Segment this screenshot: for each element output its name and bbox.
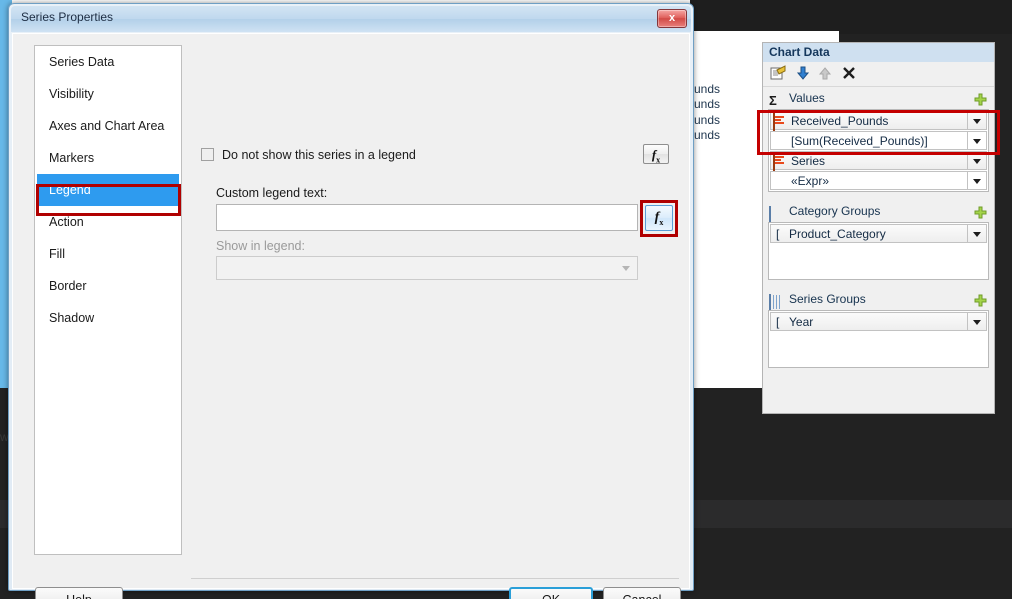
chart-data-toolbar [763, 62, 994, 87]
category-groups-section-label: Category Groups [789, 204, 881, 218]
background-label: unds [694, 97, 721, 112]
sigma-icon: Σ [769, 93, 777, 108]
help-button[interactable]: Help [35, 587, 123, 599]
chart-data-panel: Chart Data Σ Values Received_Pounds [Sum… [762, 42, 995, 414]
series-properties-dialog: Series Properties x Series Data Visibili… [8, 3, 694, 599]
expression-button-top[interactable]: fx [643, 144, 669, 165]
nav-item-legend[interactable]: Legend [37, 174, 179, 206]
nav-item-shadow[interactable]: Shadow [35, 302, 181, 334]
nav-item-border[interactable]: Border [35, 270, 181, 302]
series-groups-section-header: Series Groups [763, 288, 994, 310]
list-item[interactable]: [ Product_Category [770, 224, 987, 243]
background-label: unds [694, 112, 721, 127]
list-item-label: Series [791, 154, 826, 168]
chevron-down-icon[interactable] [967, 225, 986, 242]
close-icon[interactable]: x [657, 9, 687, 28]
expression-button-legend-text[interactable]: fx [645, 205, 673, 231]
list-item[interactable]: Received_Pounds [770, 111, 987, 132]
chart-data-title: Chart Data [769, 45, 830, 59]
chevron-down-icon [622, 266, 630, 271]
chart-data-header: Chart Data [763, 43, 994, 62]
move-up-icon[interactable] [817, 65, 833, 86]
chevron-down-icon[interactable] [967, 132, 986, 149]
nav-item-series-data[interactable]: Series Data [35, 46, 181, 78]
series-groups-section-label: Series Groups [789, 292, 866, 306]
cancel-button[interactable]: Cancel [603, 587, 681, 599]
values-section-label: Values [789, 91, 825, 105]
category-groups-list[interactable]: [ Product_Category [768, 222, 989, 280]
list-item-label: «Expr» [791, 174, 830, 188]
show-in-legend-select[interactable] [216, 256, 638, 280]
category-groups-section-header: Category Groups [763, 200, 994, 222]
add-category-group-icon[interactable] [974, 204, 987, 219]
group-bracket-icon: [ [776, 227, 780, 241]
list-item-label: Received_Pounds [791, 114, 889, 128]
dialog-body: Series Data Visibility Axes and Chart Ar… [12, 33, 690, 599]
list-item-label: [Sum(Received_Pounds)] [791, 134, 928, 148]
background-truncated-labels: unds unds unds unds [694, 82, 754, 143]
nav-item-action[interactable]: Action [35, 206, 181, 238]
chevron-down-icon[interactable] [967, 313, 986, 330]
list-item[interactable]: Series [770, 151, 987, 172]
ok-button[interactable]: OK [509, 587, 593, 599]
hide-series-checkbox[interactable] [201, 148, 214, 161]
delete-icon[interactable] [841, 65, 857, 86]
legend-settings-pane: Do not show this series in a legend fx C… [191, 45, 679, 555]
field-bars-icon [773, 113, 786, 132]
footer-divider [191, 578, 679, 579]
chevron-down-icon[interactable] [967, 112, 986, 129]
list-item[interactable]: «Expr» [770, 171, 987, 190]
hide-series-checkbox-row[interactable]: Do not show this series in a legend [201, 146, 416, 164]
add-series-group-icon[interactable] [974, 292, 987, 307]
series-groups-list[interactable]: [ Year [768, 310, 989, 368]
series-grid-icon [769, 291, 783, 310]
properties-icon[interactable] [770, 65, 786, 86]
list-item-label: Product_Category [789, 227, 886, 241]
nav-item-axes-and-chart-area[interactable]: Axes and Chart Area [35, 110, 181, 142]
nav-item-visibility[interactable]: Visibility [35, 78, 181, 110]
list-item-label: Year [789, 315, 814, 329]
chevron-down-icon[interactable] [967, 152, 986, 169]
field-bars-icon [773, 153, 786, 172]
list-item[interactable]: [ Year [770, 312, 987, 331]
dialog-title: Series Properties [21, 10, 114, 24]
add-value-icon[interactable] [974, 91, 987, 106]
background-label: unds [694, 127, 721, 142]
values-list[interactable]: Received_Pounds [Sum(Received_Pounds)] S… [768, 109, 989, 192]
show-in-legend-label: Show in legend: [216, 239, 305, 253]
category-grid-icon [769, 203, 783, 222]
values-section-header: Σ Values [763, 87, 994, 109]
dialog-titlebar: Series Properties x [11, 6, 691, 32]
hide-series-checkbox-label: Do not show this series in a legend [222, 148, 416, 162]
category-nav-list[interactable]: Series Data Visibility Axes and Chart Ar… [34, 45, 182, 555]
nav-item-markers[interactable]: Markers [35, 142, 181, 174]
list-item[interactable]: [Sum(Received_Pounds)] [770, 131, 987, 150]
background-topbar [690, 0, 1012, 34]
background-label: unds [694, 82, 721, 96]
nav-item-fill[interactable]: Fill [35, 238, 181, 270]
custom-legend-text-input[interactable] [216, 204, 638, 231]
move-down-icon[interactable] [795, 65, 811, 86]
custom-legend-text-label: Custom legend text: [216, 186, 328, 200]
chevron-down-icon[interactable] [967, 172, 986, 189]
group-bracket-icon: [ [776, 315, 780, 329]
